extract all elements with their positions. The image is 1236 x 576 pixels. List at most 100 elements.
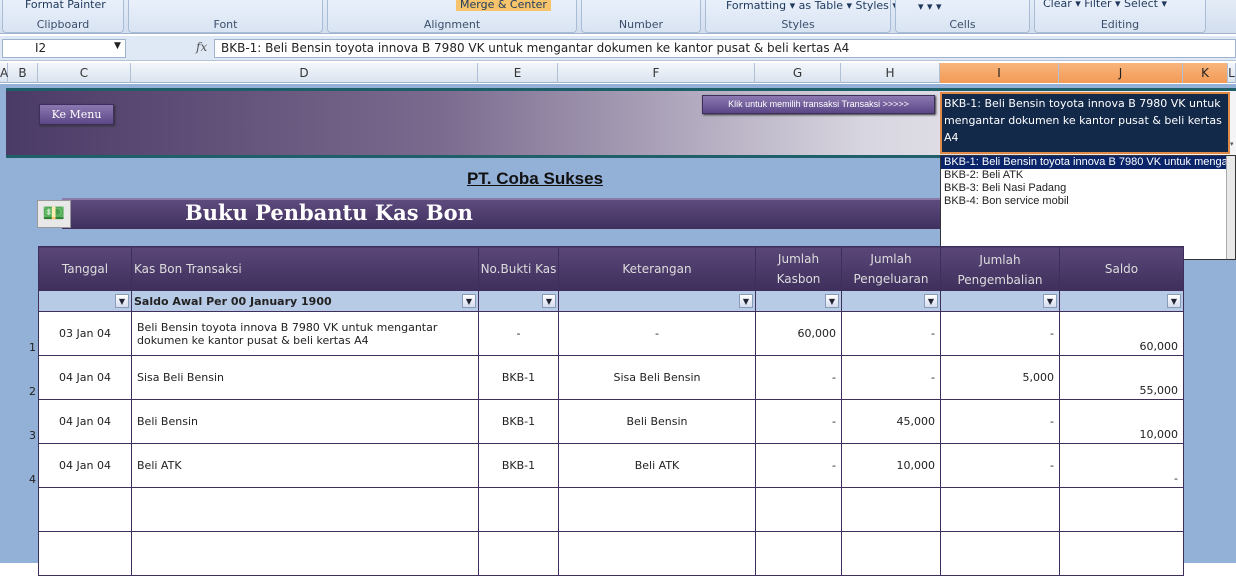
- cell-tanggal[interactable]: 03 Jan 04: [38, 311, 132, 356]
- cell-kasbon[interactable]: 60,000: [755, 311, 842, 356]
- empty-cell[interactable]: [478, 531, 559, 576]
- col-header-k[interactable]: K: [1183, 63, 1228, 83]
- name-box[interactable]: I2: [2, 39, 126, 58]
- cell-transaksi[interactable]: Beli Bensin: [131, 399, 479, 444]
- cell-ket[interactable]: Sisa Beli Bensin: [558, 355, 756, 400]
- filter-dropdown-icon[interactable]: ▼: [115, 294, 129, 308]
- col-header-c[interactable]: C: [38, 63, 131, 83]
- cell-kasbon[interactable]: -: [755, 399, 842, 444]
- dropdown-option[interactable]: BKB-2: Beli ATK: [941, 169, 1226, 182]
- cell-ket[interactable]: Beli ATK: [558, 443, 756, 488]
- cell-pengembalian[interactable]: -: [940, 311, 1060, 356]
- cell-pengembalian[interactable]: 5,000: [940, 355, 1060, 400]
- group-label: Alignment: [423, 18, 481, 31]
- col-header-d[interactable]: D: [131, 63, 478, 83]
- col-header-h[interactable]: H: [841, 63, 940, 83]
- dropdown-scrollbar[interactable]: [1226, 156, 1235, 259]
- empty-cell[interactable]: [1059, 531, 1184, 576]
- empty-cell[interactable]: [841, 531, 941, 576]
- cell-bukti[interactable]: BKB-1: [478, 355, 559, 400]
- cell-kasbon[interactable]: -: [755, 355, 842, 400]
- cell-bukti[interactable]: -: [478, 311, 559, 356]
- format-painter-button[interactable]: Format Painter: [25, 0, 106, 11]
- cell-ket[interactable]: -: [558, 311, 756, 356]
- editing-buttons[interactable]: Clear ▾ Filter ▾ Select ▾: [1043, 0, 1167, 10]
- filter-dropdown-icon[interactable]: ▼: [825, 294, 839, 308]
- cell-pengeluaran[interactable]: 10,000: [841, 443, 941, 488]
- header-tanggal: Tanggal: [38, 246, 132, 291]
- page-title: Buku Penbantu Kas Bon: [185, 200, 473, 225]
- empty-cell[interactable]: [940, 487, 1060, 532]
- chevron-down-icon[interactable]: ▼: [114, 41, 121, 51]
- empty-cell[interactable]: [558, 531, 756, 576]
- empty-cell[interactable]: [755, 487, 842, 532]
- cell-pengembalian[interactable]: -: [940, 399, 1060, 444]
- filter-dropdown-icon[interactable]: ▼: [1043, 294, 1057, 308]
- menu-button[interactable]: Ke Menu: [39, 104, 114, 125]
- cell-saldo[interactable]: 10,000: [1059, 399, 1184, 444]
- col-header-g[interactable]: G: [755, 63, 841, 83]
- empty-cell[interactable]: [478, 487, 559, 532]
- cell-pengembalian[interactable]: -: [940, 443, 1060, 488]
- styles-buttons[interactable]: Formatting ▾ as Table ▾ Styles ▾: [726, 0, 898, 12]
- empty-cell[interactable]: [558, 487, 756, 532]
- select-transaction-button[interactable]: Klik untuk memilih transaksi Transaksi >…: [702, 95, 935, 114]
- ribbon-group-styles: Formatting ▾ as Table ▾ Styles ▾ Styles: [705, 0, 898, 33]
- cell-bukti[interactable]: BKB-1: [478, 443, 559, 488]
- cell-tanggal[interactable]: 04 Jan 04: [38, 443, 132, 488]
- header-bukti: No.Bukti Kas: [478, 246, 559, 291]
- transaction-dropdown-list: BKB-1: Beli Bensin toyota innova B 7980 …: [940, 155, 1236, 260]
- empty-cell[interactable]: [38, 487, 132, 532]
- empty-cell[interactable]: [940, 531, 1060, 576]
- group-label: Editing: [1100, 18, 1140, 31]
- cell-bukti[interactable]: BKB-1: [478, 399, 559, 444]
- filter-dropdown-icon[interactable]: ▼: [1167, 294, 1181, 308]
- cell-pengeluaran[interactable]: 45,000: [841, 399, 941, 444]
- cell-saldo[interactable]: -: [1059, 443, 1184, 488]
- filter-dropdown-icon[interactable]: ▼: [462, 294, 476, 308]
- dropdown-option[interactable]: BKB-1: Beli Bensin toyota innova B 7980 …: [941, 156, 1226, 169]
- table-row: 03 Jan 04 Beli Bensin toyota innova B 798…: [38, 311, 1184, 356]
- cell-pengeluaran[interactable]: -: [841, 311, 941, 356]
- row-number: 2: [29, 385, 36, 398]
- col-header-a[interactable]: A: [0, 63, 8, 83]
- cell-tanggal[interactable]: 04 Jan 04: [38, 399, 132, 444]
- cell-tanggal[interactable]: 04 Jan 04: [38, 355, 132, 400]
- filter-dropdown-icon[interactable]: ▼: [924, 294, 938, 308]
- group-label: Font: [213, 18, 238, 31]
- empty-cell[interactable]: [131, 487, 479, 532]
- dropdown-arrow-icon[interactable]: ▾: [1230, 140, 1234, 148]
- empty-cell[interactable]: [131, 531, 479, 576]
- fx-icon[interactable]: fx: [196, 40, 207, 54]
- col-header-j[interactable]: J: [1059, 63, 1183, 83]
- cell-transaksi[interactable]: Beli ATK: [131, 443, 479, 488]
- opening-balance-label: Saldo Awal Per 00 January 1900: [134, 294, 332, 308]
- group-label: Clipboard: [36, 18, 90, 31]
- cells-buttons[interactable]: ▾ ▾ ▾: [918, 0, 942, 13]
- cell-saldo[interactable]: 55,000: [1059, 355, 1184, 400]
- transaction-dropdown-value[interactable]: BKB-1: Beli Bensin toyota innova B 7980 …: [940, 92, 1230, 154]
- empty-cell[interactable]: [38, 531, 132, 576]
- dropdown-option[interactable]: BKB-4: Bon service mobil: [941, 195, 1226, 208]
- col-header-b[interactable]: B: [8, 63, 38, 83]
- dropdown-option[interactable]: BKB-3: Beli Nasi Padang: [941, 182, 1226, 195]
- col-header-f[interactable]: F: [558, 63, 755, 83]
- empty-cell[interactable]: [841, 487, 941, 532]
- cell-pengeluaran[interactable]: -: [841, 355, 941, 400]
- cell-ket[interactable]: Beli Bensin: [558, 399, 756, 444]
- group-label: Styles: [781, 18, 815, 31]
- cell-transaksi[interactable]: Beli Bensin toyota innova B 7980 VK untu…: [131, 311, 479, 356]
- empty-cell[interactable]: [1059, 487, 1184, 532]
- table-row: 04 Jan 04 Beli ATK BKB-1 Beli ATK -10,000- -: [38, 443, 1184, 488]
- merge-center-button[interactable]: Merge & Center: [456, 0, 551, 11]
- cell-transaksi[interactable]: Sisa Beli Bensin: [131, 355, 479, 400]
- filter-dropdown-icon[interactable]: ▼: [739, 294, 753, 308]
- col-header-l[interactable]: L: [1228, 63, 1236, 83]
- empty-cell[interactable]: [755, 531, 842, 576]
- col-header-i[interactable]: I: [940, 63, 1059, 83]
- filter-dropdown-icon[interactable]: ▼: [542, 294, 556, 308]
- cell-kasbon[interactable]: -: [755, 443, 842, 488]
- col-header-e[interactable]: E: [478, 63, 558, 83]
- cell-saldo[interactable]: 60,000: [1059, 311, 1184, 356]
- formula-input[interactable]: BKB-1: Beli Bensin toyota innova B 7980 …: [214, 39, 1236, 58]
